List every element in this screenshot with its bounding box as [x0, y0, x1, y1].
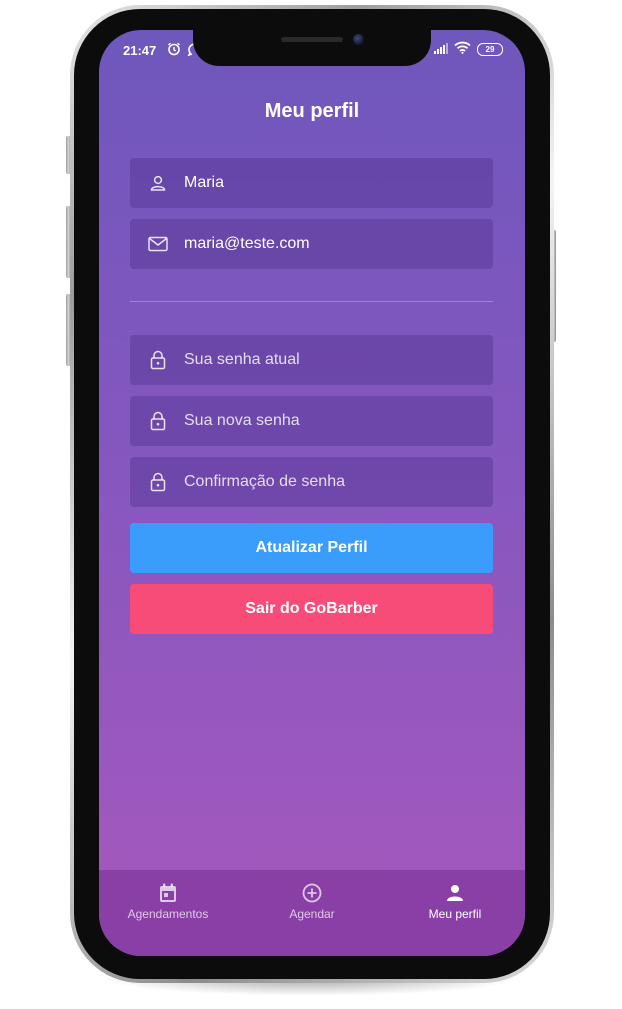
person-icon	[395, 882, 515, 904]
tab-agendamentos[interactable]: Agendamentos	[108, 882, 228, 921]
current-password-placeholder: Sua senha atual	[184, 351, 300, 368]
status-left-icons	[167, 42, 196, 59]
app-screen: 21:47 29 Meu perfil Maria maria@teste.co…	[99, 30, 525, 956]
signal-icon	[434, 42, 448, 57]
confirm-password-placeholder: Confirmação de senha	[184, 473, 345, 490]
new-password-placeholder: Sua nova senha	[184, 412, 300, 429]
bottom-tab-bar: Agendamentos Agendar Meu perfil	[99, 870, 525, 956]
mail-icon	[148, 234, 168, 254]
plus-circle-icon	[252, 882, 372, 904]
name-field[interactable]: Maria	[130, 158, 493, 208]
email-value: maria@teste.com	[184, 235, 310, 252]
new-password-field[interactable]: Sua nova senha	[130, 396, 493, 446]
battery-icon: 29	[477, 42, 503, 56]
tab-label: Meu perfil	[428, 907, 482, 921]
wifi-icon	[454, 41, 471, 57]
front-camera	[353, 34, 364, 45]
lock-icon	[148, 411, 168, 431]
status-time: 21:47	[123, 43, 157, 58]
form-divider	[130, 301, 493, 302]
calendar-icon	[108, 882, 228, 904]
logout-button[interactable]: Sair do GoBarber	[130, 584, 493, 634]
user-icon	[148, 173, 168, 193]
tab-label: Agendamentos	[127, 907, 209, 921]
lock-icon	[148, 472, 168, 492]
speaker-grille	[281, 37, 343, 42]
current-password-field[interactable]: Sua senha atual	[130, 335, 493, 385]
tab-label: Agendar	[289, 907, 335, 921]
alarm-icon	[167, 42, 181, 59]
tab-agendar[interactable]: Agendar	[252, 882, 372, 921]
status-right-icons: 29	[434, 41, 503, 57]
email-field[interactable]: maria@teste.com	[130, 219, 493, 269]
notch	[193, 30, 431, 66]
confirm-password-field[interactable]: Confirmação de senha	[130, 457, 493, 507]
lock-icon	[148, 350, 168, 370]
name-value: Maria	[184, 174, 225, 191]
update-profile-button[interactable]: Atualizar Perfil	[130, 523, 493, 573]
page-title: Meu perfil	[264, 100, 360, 122]
device-mockup: 21:47 29 Meu perfil Maria maria@teste.co…	[0, 0, 622, 1009]
tab-meu-perfil[interactable]: Meu perfil	[395, 882, 515, 921]
